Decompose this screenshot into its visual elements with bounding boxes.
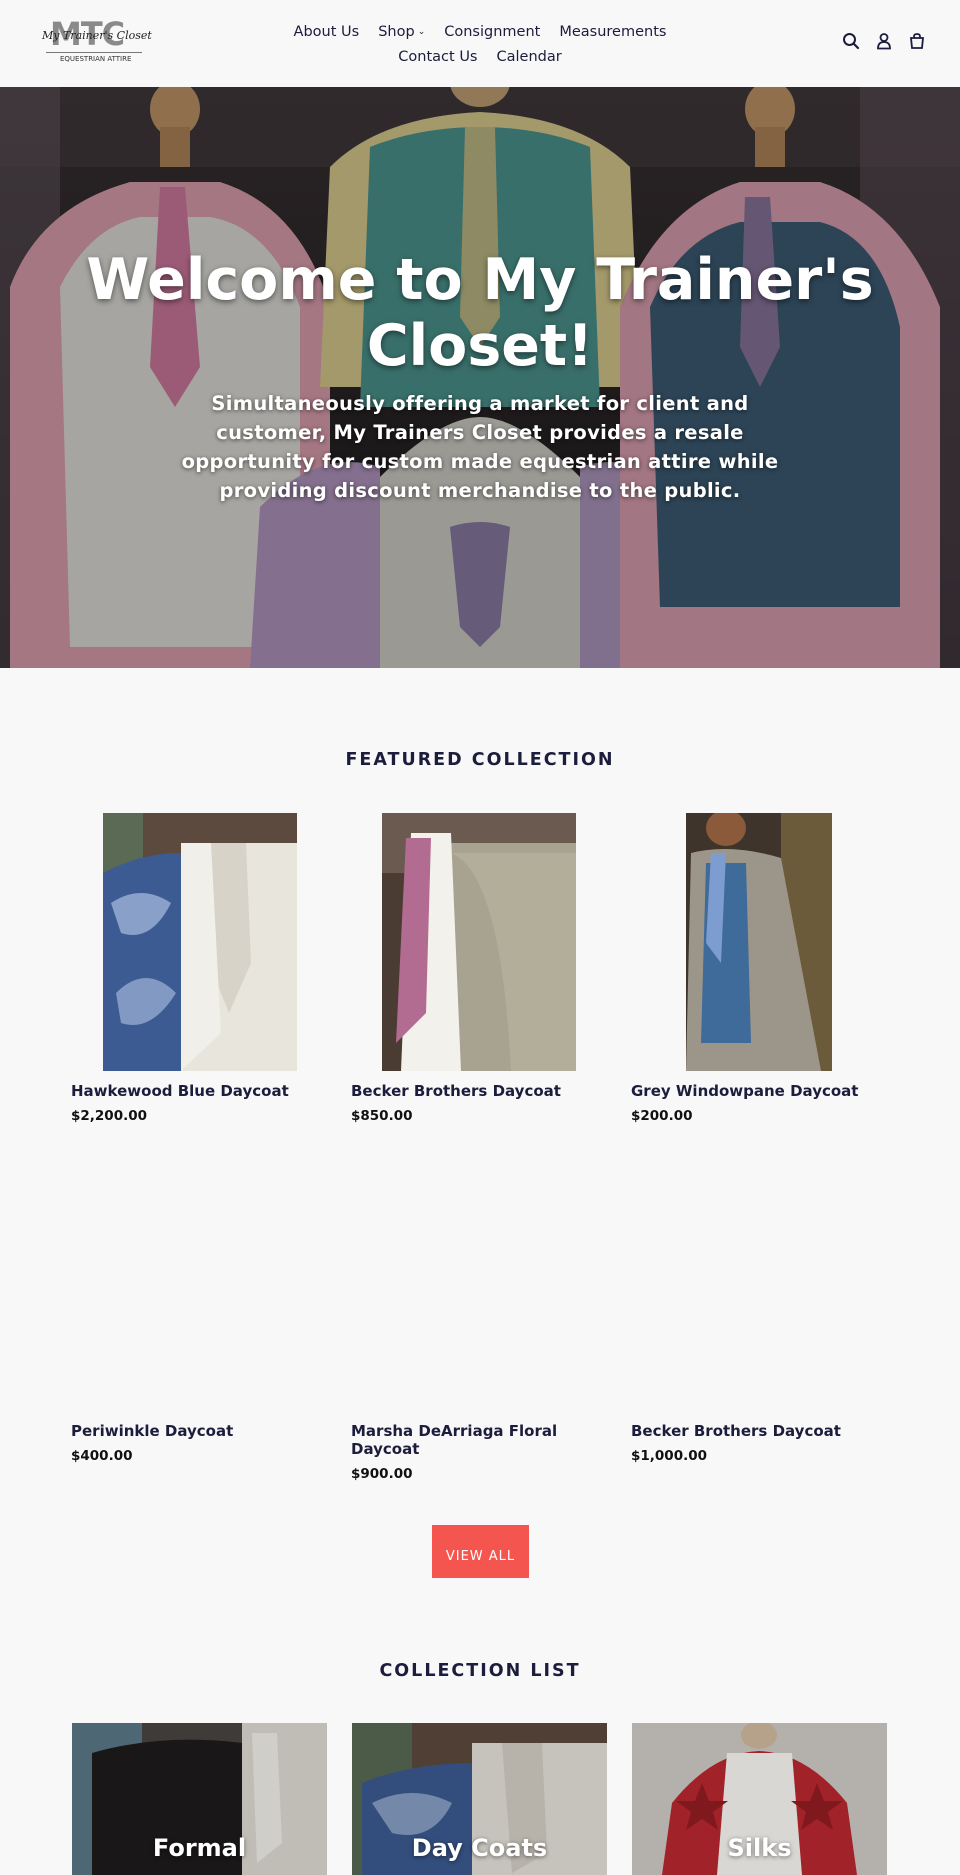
featured-collection-title: FEATURED COLLECTION — [345, 750, 615, 770]
product-image — [103, 813, 297, 1071]
view-all-button[interactable]: VIEW ALL — [432, 1525, 529, 1578]
collection-list-title: COLLECTION LIST — [379, 1661, 581, 1681]
product-name[interactable]: Periwinkle Daycoat — [71, 1422, 311, 1440]
collection-label: Day Coats — [411, 1834, 548, 1862]
hero-title: Welcome to My Trainer's Closet! — [86, 247, 874, 379]
product-price: $2,200.00 — [71, 1108, 148, 1124]
hero-banner: Welcome to My Trainer's Closet! Simultan… — [0, 87, 960, 668]
collection-tile-day-coats[interactable]: Day Coats — [352, 1723, 607, 1875]
cart-icon[interactable] — [908, 32, 926, 50]
logo-subtitle: EQUESTRIAN ATTIRE — [60, 55, 132, 63]
product-image — [686, 813, 832, 1071]
nav-about-us[interactable]: About Us — [294, 20, 360, 45]
search-icon[interactable] — [842, 32, 860, 50]
product-name[interactable]: Becker Brothers Daycoat — [631, 1422, 871, 1440]
nav-contact-us[interactable]: Contact Us — [398, 45, 477, 70]
product-image — [382, 813, 576, 1071]
product-price: $900.00 — [351, 1466, 413, 1482]
collection-tile-formal[interactable]: Formal — [72, 1723, 327, 1875]
nav-shop[interactable]: Shop ⌄ — [378, 20, 425, 45]
account-icon[interactable] — [876, 32, 892, 50]
product-price: $850.00 — [351, 1108, 413, 1124]
collection-tile-silks[interactable]: Silks — [632, 1723, 887, 1875]
logo-script: My Trainer's Closet — [42, 29, 152, 42]
main-nav: About Us Shop ⌄ Consignment Measurements … — [290, 20, 670, 70]
nav-shop-label: Shop — [378, 24, 415, 40]
chevron-down-icon: ⌄ — [417, 27, 426, 37]
hero-subtitle: Simultaneously offering a market for cli… — [181, 392, 779, 502]
product-name[interactable]: Grey Windowpane Daycoat — [631, 1082, 871, 1100]
product-image — [631, 1153, 871, 1411]
product-price: $1,000.00 — [631, 1448, 708, 1464]
product-name[interactable]: Becker Brothers Daycoat — [351, 1082, 591, 1100]
header-icons — [842, 32, 926, 50]
nav-measurements[interactable]: Measurements — [559, 20, 666, 45]
nav-calendar[interactable]: Calendar — [497, 45, 562, 70]
nav-consignment[interactable]: Consignment — [444, 20, 540, 45]
product-image — [351, 1153, 591, 1411]
product-price: $400.00 — [71, 1448, 133, 1464]
product-price: $200.00 — [631, 1108, 693, 1124]
collection-label: Formal — [152, 1834, 247, 1862]
product-image — [71, 1153, 311, 1411]
site-header: MTC My Trainer's Closet EQUESTRIAN ATTIR… — [0, 0, 960, 87]
collection-label: Silks — [727, 1834, 792, 1862]
site-logo[interactable]: MTC My Trainer's Closet EQUESTRIAN ATTIR… — [40, 15, 152, 69]
product-name[interactable]: Marsha DeArriaga Floral Daycoat — [351, 1422, 591, 1458]
product-name[interactable]: Hawkewood Blue Daycoat — [71, 1082, 311, 1100]
logo-rule — [46, 52, 142, 53]
